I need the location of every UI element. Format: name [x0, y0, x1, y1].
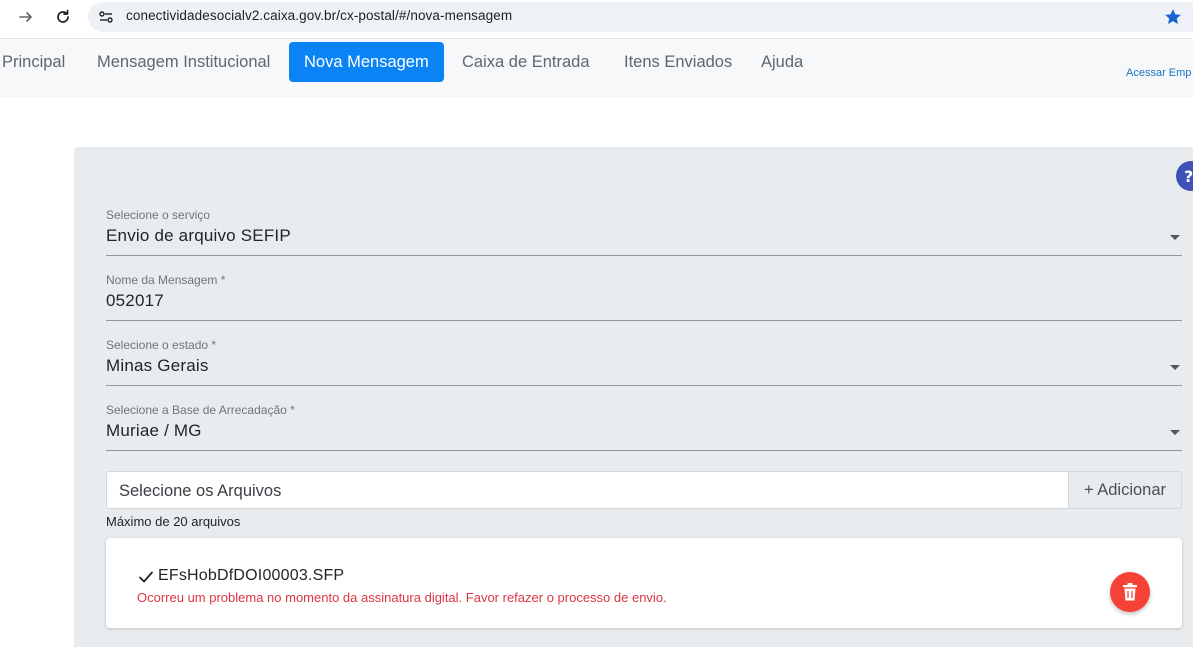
- service-select[interactable]: Selecione o serviço Envio de arquivo SEF…: [106, 208, 1182, 256]
- message-name-field[interactable]: Nome da Mensagem * 052017: [106, 273, 1182, 321]
- max-files-note: Máximo de 20 arquivos: [106, 514, 241, 529]
- chevron-down-icon: [1170, 430, 1180, 435]
- state-value: Minas Gerais: [106, 356, 209, 375]
- base-select[interactable]: Selecione a Base de Arrecadação * Muriae…: [106, 403, 1182, 451]
- base-label: Selecione a Base de Arrecadação *: [106, 403, 295, 417]
- file-select-input[interactable]: Selecione os Arquivos: [106, 471, 1069, 509]
- trash-icon: [1123, 583, 1137, 601]
- delete-file-button[interactable]: [1110, 572, 1150, 612]
- file-name: EFsHobDfDOI00003.SFP: [158, 567, 345, 584]
- main-nav: Principal Mensagem Institucional Nova Me…: [0, 38, 1193, 97]
- check-icon: [138, 569, 154, 585]
- site-settings-icon[interactable]: [98, 9, 114, 25]
- message-name-value[interactable]: 052017: [106, 291, 164, 311]
- url-text[interactable]: conectividadesocialv2.caixa.gov.br/cx-po…: [126, 8, 512, 23]
- nav-item-nova-mensagem[interactable]: Nova Mensagem: [289, 42, 444, 82]
- service-label: Selecione o serviço: [106, 208, 211, 222]
- add-file-button[interactable]: + Adicionar: [1068, 471, 1182, 509]
- forward-arrow-icon[interactable]: [14, 5, 38, 29]
- file-error-message: Ocorreu um problema no momento da assina…: [137, 590, 667, 605]
- browser-toolbar: conectividadesocialv2.caixa.gov.br/cx-po…: [0, 0, 1193, 34]
- message-name-label: Nome da Mensagem *: [106, 273, 226, 287]
- file-picker: Selecione os Arquivos + Adicionar: [106, 471, 1182, 509]
- reload-icon[interactable]: [51, 5, 75, 29]
- service-value: Envio de arquivo SEFIP: [106, 226, 291, 245]
- state-label: Selecione o estado *: [106, 338, 217, 352]
- acessar-empresa-link[interactable]: Acessar Emp: [1126, 67, 1191, 79]
- nav-item-caixa-de-entrada[interactable]: Caixa de Entrada: [462, 42, 590, 82]
- nav-item-principal[interactable]: Principal: [2, 42, 65, 82]
- nav-item-itens-enviados[interactable]: Itens Enviados: [624, 42, 732, 82]
- nav-item-ajuda[interactable]: Ajuda: [761, 42, 803, 82]
- chevron-down-icon: [1170, 235, 1180, 240]
- file-card: EFsHobDfDOI00003.SFP Ocorreu um problema…: [106, 538, 1182, 628]
- nav-item-mensagem-institucional[interactable]: Mensagem Institucional: [97, 42, 270, 82]
- file-select-placeholder: Selecione os Arquivos: [119, 482, 282, 500]
- star-icon[interactable]: [1162, 6, 1184, 28]
- chevron-down-icon: [1170, 365, 1180, 370]
- base-value: Muriae / MG: [106, 421, 202, 440]
- state-select[interactable]: Selecione o estado * Minas Gerais: [106, 338, 1182, 386]
